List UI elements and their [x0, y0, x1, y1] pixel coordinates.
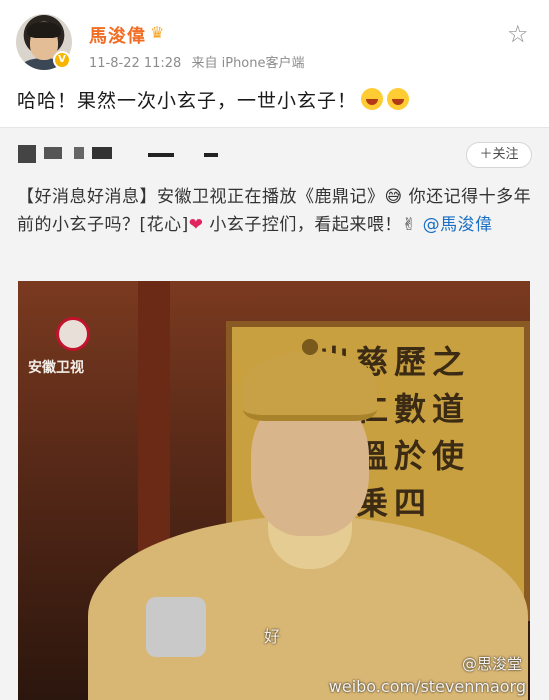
laughing-face-icon — [361, 88, 384, 110]
victory-hand-icon: ✌ — [401, 215, 417, 235]
repost-text: 【好消息好消息】安徽卫视正在播放《鹿鼎记》😅 你还记得十多年前的小玄子吗？[花心… — [17, 183, 532, 239]
post-date: 11-8-22 11:28 — [89, 56, 182, 71]
heart-icon: ❤ — [188, 215, 204, 235]
star-icon[interactable]: ☆ — [507, 20, 529, 48]
weibo-watermark: @思浚堂 — [461, 655, 522, 673]
follow-button[interactable]: ＋关注 — [466, 142, 532, 168]
username[interactable]: 馬浚偉 — [89, 22, 146, 48]
crown-icon: ♛ — [150, 23, 165, 42]
incense-vessel — [146, 597, 206, 657]
grinning-face-icon — [387, 88, 410, 110]
verified-badge-icon: V — [53, 51, 71, 69]
divider — [0, 127, 549, 128]
repost-text-part1: 【好消息好消息】安徽卫视正在播放《鹿鼎记》 — [17, 187, 385, 207]
video-subtitle: 好 — [264, 627, 281, 646]
mention-link[interactable]: @馬浚偉 — [423, 215, 493, 235]
post-meta: 11-8-22 11:28 来自 iPhone客户端 — [89, 52, 311, 71]
channel-logo-icon — [56, 317, 90, 351]
post-body: 哈哈！果然一次小玄子，一世小玄子！ — [17, 90, 358, 112]
weibo-url-watermark: weibo.com/stevenmaorg — [328, 677, 526, 696]
blurred-username — [18, 143, 218, 165]
channel-logo-text: 安徽卫视 — [28, 360, 84, 376]
sweat-face-icon: 😅 — [384, 187, 403, 207]
video-thumbnail[interactable]: 出慈歷之 治仁數道 氣溫於使 黃乗四 海 安徽卫视 好 @思浚堂 weibo.c… — [18, 281, 530, 700]
channel-logo — [42, 317, 102, 361]
post-source: 来自 iPhone客户端 — [191, 56, 305, 71]
repost-text-part3: 小玄子控们，看起来喂！ — [203, 215, 402, 235]
weibo-post: V 馬浚偉 ♛ 11-8-22 11:28 来自 iPhone客户端 ☆ 哈哈！… — [0, 0, 549, 127]
post-text: 哈哈！果然一次小玄子，一世小玄子！ — [17, 86, 410, 113]
